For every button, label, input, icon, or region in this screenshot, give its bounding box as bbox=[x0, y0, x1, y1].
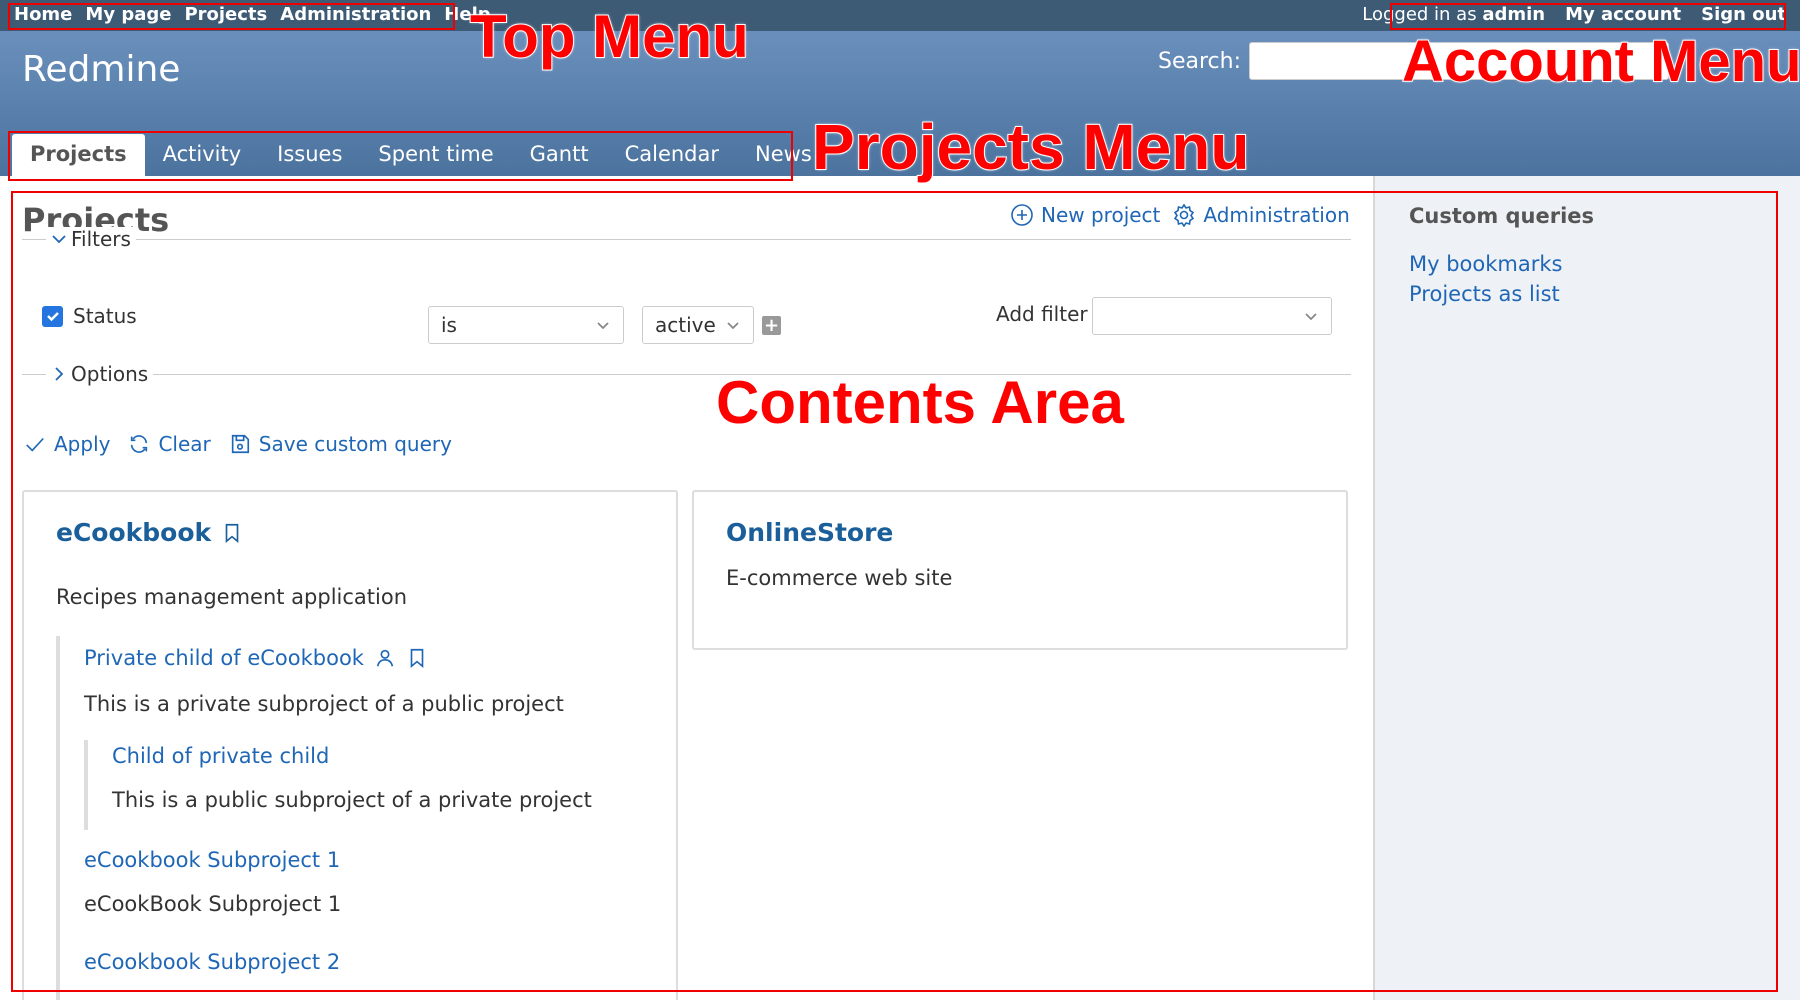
search-label: Search: bbox=[1158, 48, 1241, 74]
sidebar: Custom queries My bookmarks Projects as … bbox=[1375, 176, 1800, 1000]
subproject-description: This is a private subproject of a public… bbox=[84, 692, 564, 716]
query-projects-as-list[interactable]: Projects as list bbox=[1409, 282, 1560, 306]
administration-label: Administration bbox=[1203, 203, 1350, 227]
status-filter-label: Status bbox=[73, 304, 137, 328]
tab-gantt[interactable]: Gantt bbox=[512, 134, 607, 176]
annotation-contents-area: Contents Area bbox=[715, 368, 1125, 437]
project-description: E-commerce web site bbox=[726, 566, 953, 590]
options-divider bbox=[22, 374, 1351, 375]
subproject-child-of-private-child: Child of private child This is a public … bbox=[84, 740, 644, 830]
subproject-title[interactable]: Private child of eCookbook bbox=[84, 646, 428, 670]
top-menu-home[interactable]: Home bbox=[14, 4, 72, 25]
tab-activity[interactable]: Activity bbox=[145, 134, 260, 176]
top-menu-administration[interactable]: Administration bbox=[280, 4, 431, 25]
my-account-link[interactable]: My account bbox=[1565, 4, 1681, 25]
save-icon bbox=[231, 434, 249, 454]
project-box-onlinestore: OnlineStore E-commerce web site bbox=[692, 490, 1348, 650]
annotation-projects-menu: Projects Menu bbox=[811, 110, 1250, 184]
filters-legend[interactable]: Filters bbox=[46, 227, 136, 251]
tab-projects[interactable]: Projects bbox=[12, 134, 145, 176]
bookmark-icon[interactable] bbox=[406, 647, 428, 669]
tab-issues[interactable]: Issues bbox=[259, 134, 360, 176]
status-value: active bbox=[655, 313, 716, 337]
reload-icon bbox=[131, 435, 148, 453]
status-filter-row: Status bbox=[42, 304, 137, 328]
filters-divider bbox=[22, 239, 1351, 240]
app-title: Redmine bbox=[22, 49, 181, 90]
status-checkbox[interactable] bbox=[42, 305, 63, 327]
check-icon bbox=[46, 312, 59, 322]
gear-icon bbox=[1174, 203, 1195, 227]
add-circle-icon bbox=[1011, 204, 1033, 226]
user-icon bbox=[376, 649, 394, 667]
project-name: eCookbook bbox=[56, 518, 212, 547]
new-project-link[interactable]: New project bbox=[1010, 203, 1160, 227]
clear-label: Clear bbox=[158, 432, 211, 456]
subproject-description: This is a public subproject of a private… bbox=[112, 788, 592, 812]
project-title-ecookbook[interactable]: eCookbook bbox=[56, 518, 243, 547]
clear-button[interactable]: Clear bbox=[128, 432, 211, 456]
projects-menu: Projects Activity Issues Spent time Gant… bbox=[12, 134, 830, 176]
options-legend[interactable]: Options bbox=[46, 362, 154, 386]
subproject-ecookbook-1-title[interactable]: eCookbook Subproject 1 bbox=[84, 848, 340, 872]
filters-legend-label: Filters bbox=[71, 227, 131, 251]
query-buttons: Apply Clear Save custom query bbox=[24, 432, 452, 456]
logged-prefix: Logged in as bbox=[1362, 4, 1477, 25]
add-filter-label: Add filter bbox=[996, 302, 1088, 326]
project-description: Recipes management application bbox=[56, 585, 408, 609]
annotation-account-menu: Account Menu bbox=[1401, 28, 1800, 95]
apply-button[interactable]: Apply bbox=[24, 432, 110, 456]
check-icon bbox=[26, 437, 44, 452]
subproject-private-child: Private child of eCookbook This is a pri… bbox=[56, 636, 656, 1000]
new-project-label: New project bbox=[1041, 203, 1161, 227]
status-value-select[interactable]: active bbox=[642, 306, 754, 344]
status-operator-value: is bbox=[441, 313, 457, 337]
top-menu: Home My page Projects Administration Hel… bbox=[0, 0, 1800, 31]
sidebar-title: Custom queries bbox=[1409, 204, 1595, 228]
top-menu-my-page[interactable]: My page bbox=[85, 4, 171, 25]
subproject-ecookbook-2-title[interactable]: eCookbook Subproject 2 bbox=[84, 950, 340, 974]
save-query-button[interactable]: Save custom query bbox=[229, 432, 452, 456]
logged-in-as: Logged in as admin bbox=[1362, 4, 1545, 25]
subproject-ecookbook-1-description: eCookBook Subproject 1 bbox=[84, 892, 342, 916]
project-box-ecookbook: eCookbook Recipes management application… bbox=[22, 490, 678, 1000]
subproject-name: Private child of eCookbook bbox=[84, 646, 364, 670]
chevron-right-icon bbox=[55, 367, 64, 381]
annotation-top-menu: Top Menu bbox=[469, 2, 750, 71]
options-legend-label: Options bbox=[71, 362, 149, 386]
chevron-down-icon bbox=[597, 322, 609, 330]
bookmark-icon[interactable] bbox=[221, 522, 243, 544]
save-query-label: Save custom query bbox=[258, 432, 452, 456]
tab-spent-time[interactable]: Spent time bbox=[360, 134, 511, 176]
tab-calendar[interactable]: Calendar bbox=[607, 134, 737, 176]
project-title-onlinestore[interactable]: OnlineStore bbox=[726, 518, 893, 547]
chevron-down-icon bbox=[1305, 313, 1317, 321]
administration-link[interactable]: Administration bbox=[1172, 203, 1350, 227]
query-my-bookmarks[interactable]: My bookmarks bbox=[1409, 252, 1562, 276]
toggle-multiselect-icon[interactable]: + bbox=[762, 316, 781, 335]
chevron-down-icon bbox=[52, 235, 66, 244]
contextual-links: New project Administration bbox=[1010, 203, 1350, 227]
logged-user-link[interactable]: admin bbox=[1482, 4, 1545, 25]
add-filter-select[interactable] bbox=[1092, 297, 1332, 335]
apply-label: Apply bbox=[54, 432, 111, 456]
top-menu-projects[interactable]: Projects bbox=[184, 4, 267, 25]
sign-out-link[interactable]: Sign out bbox=[1701, 4, 1786, 25]
status-operator-select[interactable]: is bbox=[428, 306, 624, 344]
account-menu: Logged in as admin My account Sign out bbox=[1362, 4, 1786, 25]
subproject-title[interactable]: Child of private child bbox=[112, 744, 329, 768]
top-menu-links: Home My page Projects Administration Hel… bbox=[14, 4, 491, 25]
contents-area: Projects New project Administration Filt… bbox=[0, 176, 1375, 1000]
chevron-down-icon bbox=[727, 322, 739, 330]
